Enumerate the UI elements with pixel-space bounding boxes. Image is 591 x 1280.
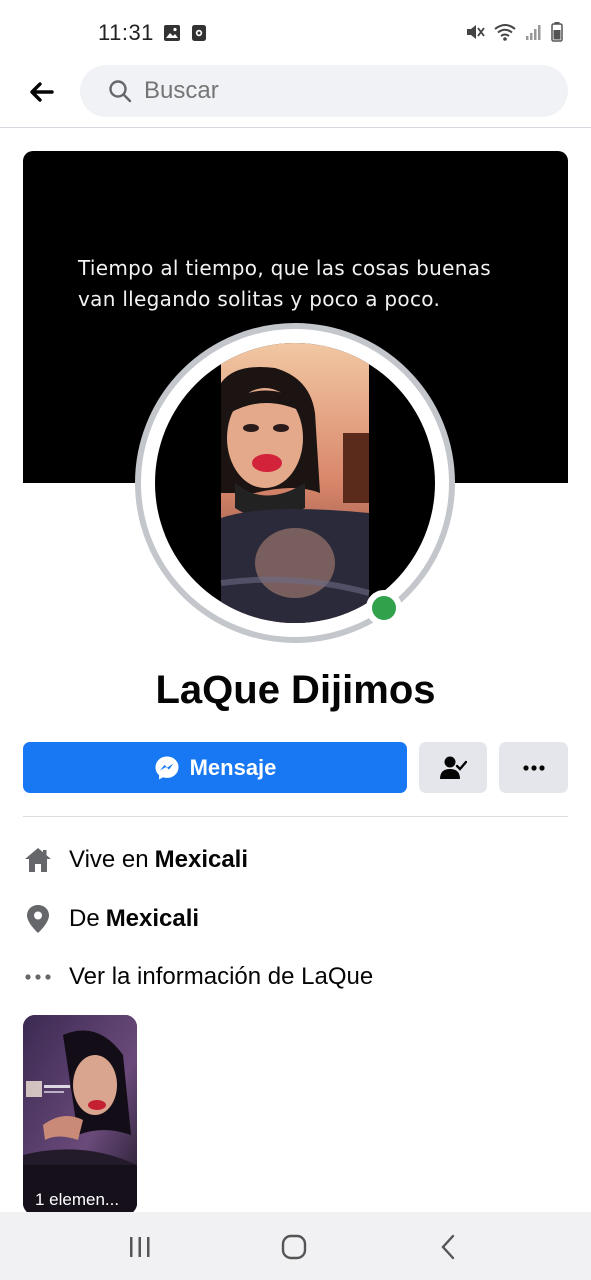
home-button[interactable] xyxy=(274,1232,314,1262)
section-divider xyxy=(23,816,568,817)
home-circle-icon xyxy=(281,1234,307,1260)
search-bar[interactable] xyxy=(80,65,568,117)
info-from: De Mexicali xyxy=(23,899,199,939)
from-prefix: De xyxy=(69,905,100,932)
friend-check-icon xyxy=(440,756,467,779)
app-notification-icon xyxy=(191,24,207,47)
system-nav-bar xyxy=(0,1212,591,1280)
back-button[interactable] xyxy=(22,76,60,108)
friend-status-button[interactable] xyxy=(419,742,487,793)
more-dots-icon xyxy=(522,764,545,771)
from-city[interactable]: Mexicali xyxy=(106,905,199,933)
see-info-label: Ver la información de LaQue xyxy=(69,963,374,990)
status-bar: 11:31 xyxy=(0,0,591,66)
nav-back-button[interactable] xyxy=(428,1232,468,1262)
profile-name: LaQue Dijimos xyxy=(155,668,436,712)
location-pin-icon xyxy=(23,904,53,934)
chevron-left-icon xyxy=(441,1234,455,1260)
message-button-label: Mensaje xyxy=(189,754,277,780)
profile-picture-frame[interactable] xyxy=(135,323,455,643)
more-options-button[interactable] xyxy=(499,742,568,793)
featured-thumbnail-image xyxy=(23,1015,137,1215)
more-dots-icon xyxy=(23,962,53,992)
info-lives-in: Vive en Mexicali xyxy=(23,840,248,880)
battery-icon xyxy=(551,22,563,47)
cover-quote-line: Tiempo al tiempo, que las cosas buenas xyxy=(78,256,491,280)
search-header xyxy=(0,62,591,128)
mute-icon xyxy=(465,22,485,47)
profile-photo-image xyxy=(220,343,370,623)
status-time: 11:31 xyxy=(98,20,154,45)
messenger-icon xyxy=(155,756,179,779)
online-status-indicator xyxy=(366,590,402,626)
search-input[interactable] xyxy=(144,77,524,105)
gallery-notification-icon xyxy=(163,24,181,47)
featured-collection[interactable]: 1 elemen... xyxy=(23,1015,137,1215)
cover-quote: Tiempo al tiempo, que las cosas buenas v… xyxy=(78,253,538,315)
lives-in-prefix: Vive en xyxy=(69,846,149,873)
message-button[interactable]: Mensaje xyxy=(23,742,407,793)
search-icon xyxy=(108,79,132,108)
recent-apps-icon xyxy=(130,1237,150,1257)
featured-label: 1 elemen... xyxy=(35,1190,120,1209)
recent-apps-button[interactable] xyxy=(120,1232,160,1262)
cover-quote-line: van llegando solitas y poco a poco. xyxy=(78,287,441,311)
home-icon xyxy=(23,845,53,875)
see-info-link[interactable]: Ver la información de LaQue xyxy=(23,957,373,997)
lives-in-city[interactable]: Mexicali xyxy=(155,846,248,874)
back-arrow-icon xyxy=(30,82,54,102)
wifi-icon xyxy=(493,22,517,47)
profile-picture xyxy=(155,343,435,623)
signal-icon xyxy=(525,23,543,46)
